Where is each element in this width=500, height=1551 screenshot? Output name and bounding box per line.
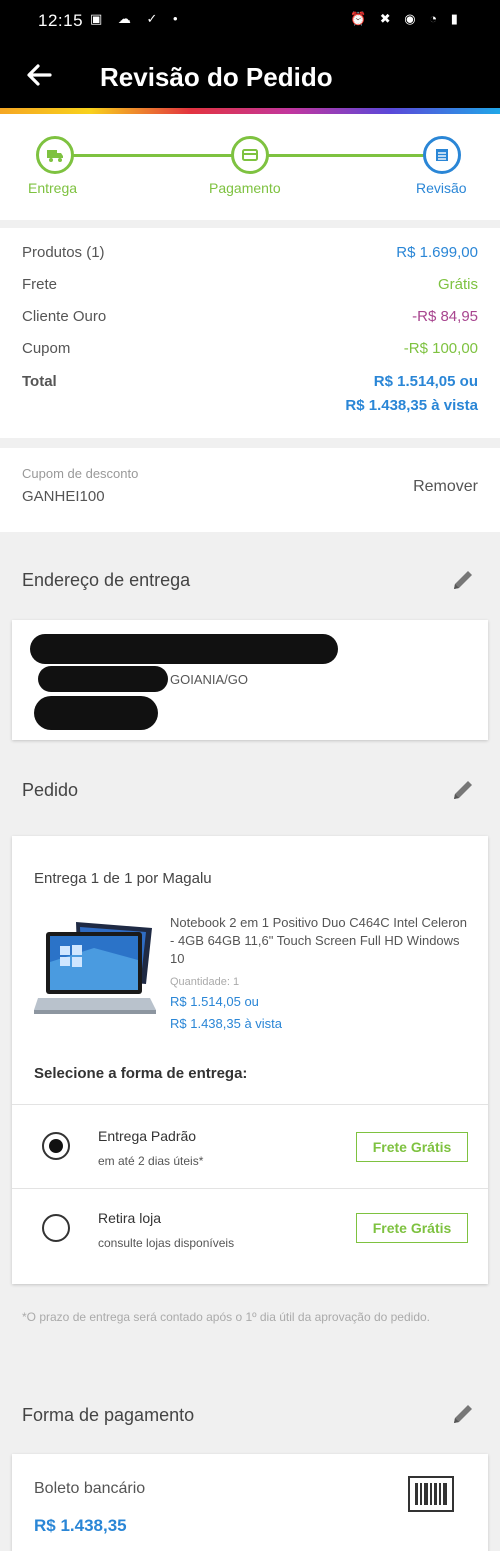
summary-value: -R$ 100,00	[403, 340, 478, 357]
step-entrega[interactable]	[36, 136, 74, 174]
step-label-revisao: Revisão	[416, 180, 467, 196]
redacted-address-scribble	[38, 666, 168, 692]
payment-method: Boleto bancário	[34, 1480, 146, 1497]
remove-coupon-button[interactable]: Remover	[413, 478, 478, 496]
edit-order-pencil-icon[interactable]	[450, 777, 476, 803]
delivery-footnote: *O prazo de entrega será contado após o …	[22, 1310, 430, 1324]
summary-label: Cupom	[22, 340, 71, 357]
product-price-installments: R$ 1.514,05 ou	[170, 994, 259, 1009]
radio-button[interactable]	[42, 1214, 70, 1242]
delivery-option-subtitle: consulte lojas disponíveis	[98, 1236, 235, 1250]
delivery-option-subtitle: em até 2 dias úteis*	[98, 1154, 204, 1168]
address-city: GOIANIA/GO	[170, 672, 249, 687]
notification-icons: ▣ ☁ ✓ •	[90, 11, 184, 26]
step-label-entrega: Entrega	[28, 180, 78, 196]
checkout-stepper: Entrega Pagamento Revisão	[0, 114, 500, 220]
summary-label: Produtos (1)	[22, 244, 105, 261]
delivery-option-title: Entrega Padrão	[98, 1128, 197, 1144]
status-bar: 12:15 ▣ ☁ ✓ • ⏰ ✖ ◉ ◔ ▮	[0, 0, 500, 40]
card-icon	[242, 149, 258, 161]
total-cash: R$ 1.438,35 à vista	[345, 397, 478, 414]
summary-label: Cliente Ouro	[22, 308, 107, 325]
payment-amount: R$ 1.438,35	[34, 1516, 127, 1535]
stepper-connector	[268, 154, 424, 157]
system-status-icons: ⏰ ✖ ◉ ◔ ▮	[350, 11, 463, 26]
arrow-left-icon	[27, 64, 52, 86]
payment-card[interactable]: Boleto bancário R$ 1.438,35	[12, 1454, 488, 1551]
summary-value: R$ 1.699,00	[396, 244, 478, 261]
summary-label: Frete	[22, 276, 58, 293]
coupon-caption: Cupom de desconto	[22, 466, 139, 481]
edit-address-pencil-icon[interactable]	[450, 567, 476, 593]
product-name[interactable]: Notebook 2 em 1 Positivo Duo C464C Intel…	[170, 914, 470, 968]
list-icon	[436, 149, 448, 161]
step-label-pagamento: Pagamento	[209, 180, 281, 196]
step-revisao[interactable]	[423, 136, 461, 174]
radio-button-selected[interactable]	[42, 1132, 70, 1160]
redacted-address-scribble	[30, 634, 338, 664]
product-price-cash: R$ 1.438,35 à vista	[170, 1016, 283, 1031]
free-shipping-badge: Frete Grátis	[356, 1213, 468, 1243]
step-pagamento[interactable]	[231, 136, 269, 174]
address-card[interactable]: GOIANIA/GO	[12, 620, 488, 740]
status-time: 12:15	[38, 11, 84, 30]
redacted-address-scribble	[34, 696, 158, 730]
app-bar: Revisão do Pedido	[0, 40, 500, 110]
order-summary: Produtos (1) R$ 1.699,00 Frete Grátis Cl…	[0, 228, 500, 438]
edit-payment-pencil-icon[interactable]	[450, 1401, 476, 1427]
delivery-option-title: Retira loja	[98, 1210, 162, 1226]
summary-label-total: Total	[22, 373, 57, 390]
payment-section-title: Forma de pagamento	[22, 1405, 195, 1425]
order-section-title: Pedido	[22, 780, 79, 800]
order-card: Entrega 1 de 1 por Magalu Notebook 2 em …	[12, 836, 488, 1284]
stepper-connector	[72, 154, 232, 157]
summary-value: Grátis	[437, 276, 478, 293]
delivery-method-heading: Selecione a forma de entrega:	[34, 1065, 248, 1082]
truck-icon	[47, 150, 63, 162]
coupon-section: Cupom de desconto GANHEI100 Remover	[0, 448, 500, 532]
product-quantity: Quantidade: 1	[170, 976, 240, 988]
coupon-code: GANHEI100	[22, 488, 105, 505]
page-title: Revisão do Pedido	[100, 62, 333, 92]
free-shipping-badge: Frete Grátis	[356, 1132, 468, 1162]
summary-value: -R$ 84,95	[412, 308, 478, 325]
product-image[interactable]	[34, 918, 160, 1028]
back-button[interactable]	[22, 58, 56, 92]
delivery-caption: Entrega 1 de 1 por Magalu	[34, 870, 212, 887]
barcode-icon	[408, 1476, 454, 1512]
total-installments: R$ 1.514,05 ou	[373, 373, 478, 390]
address-section-title: Endereço de entrega	[22, 570, 191, 590]
divider	[12, 1188, 488, 1189]
divider	[12, 1104, 488, 1105]
